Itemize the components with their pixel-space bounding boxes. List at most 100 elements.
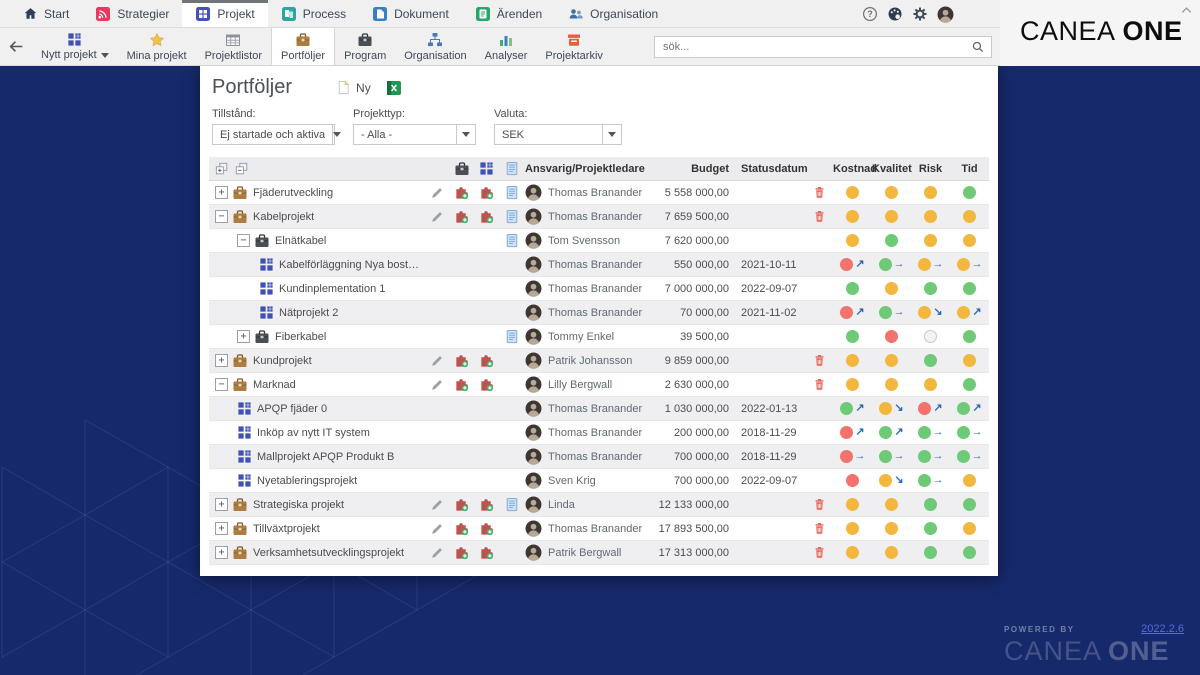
tree-expander[interactable]: + [237, 330, 250, 343]
puzzle-add-icon[interactable] [479, 497, 494, 512]
trash-icon[interactable] [813, 521, 826, 536]
report-icon[interactable] [505, 497, 519, 512]
avatar-icon[interactable] [937, 6, 954, 23]
help-icon[interactable]: ? [862, 6, 878, 22]
report-icon[interactable] [505, 329, 519, 344]
tree-expander[interactable]: + [215, 498, 228, 511]
menu-tab-dokument[interactable]: Dokument [359, 0, 462, 27]
tree-expander[interactable]: + [215, 546, 228, 559]
toolbar-item-program[interactable]: Program [335, 28, 395, 65]
table-row[interactable]: +TillväxtprojektThomas Branander17 893 5… [209, 517, 989, 541]
table-row[interactable]: APQP fjäder 0Thomas Branander1 030 000,0… [209, 397, 989, 421]
item-name: Kabelförläggning Nya bostadsområdet [279, 259, 425, 271]
header-quality: Kvalitet [872, 163, 911, 175]
filter-select-1[interactable]: - Alla - [353, 124, 476, 145]
table-row[interactable]: Nätprojekt 2Thomas Branander70 000,00202… [209, 301, 989, 325]
report-icon[interactable] [505, 185, 519, 200]
table-row[interactable]: +VerksamhetsutvecklingsprojektPatrik Ber… [209, 541, 989, 565]
export-excel-button[interactable] [386, 80, 402, 96]
pencil-icon[interactable] [430, 378, 444, 392]
pencil-icon[interactable] [430, 522, 444, 536]
trash-icon[interactable] [813, 209, 826, 224]
table-row[interactable]: +Strategiska projektLinda12 133 000,00 [209, 493, 989, 517]
table-row[interactable]: −MarknadLilly Bergwall2 630 000,00 [209, 373, 989, 397]
menu-tab-start[interactable]: Start [10, 0, 82, 27]
new-portfolio-button[interactable]: Ny [336, 80, 371, 95]
search-icon[interactable] [971, 40, 985, 54]
puzzle-add-icon[interactable] [479, 545, 494, 560]
puzzle-add-icon[interactable] [479, 521, 494, 536]
responsible-name: Thomas Branander [548, 259, 642, 271]
tree-expander[interactable]: − [237, 234, 250, 247]
toolbar-item-portfoljer[interactable]: Portföljer [271, 28, 335, 65]
tree-expander[interactable]: + [215, 522, 228, 535]
puzzle-add-icon[interactable] [454, 497, 469, 512]
status-indicator [833, 186, 872, 199]
menu-tab-process[interactable]: Process [268, 0, 359, 27]
puzzle-add-icon[interactable] [454, 545, 469, 560]
menu-tab-organisation[interactable]: Organisation [555, 0, 671, 27]
puzzle-add-icon[interactable] [454, 185, 469, 200]
toolbar-item-projektarkiv[interactable]: Projektarkiv [536, 28, 611, 65]
table-row[interactable]: Inköp av nytt IT systemThomas Branander2… [209, 421, 989, 445]
puzzle-add-icon[interactable] [454, 521, 469, 536]
menu-tab-arenden[interactable]: Ärenden [462, 0, 555, 27]
puzzle-add-icon[interactable] [454, 377, 469, 392]
table-row[interactable]: Kundinplementation 1Thomas Branander7 00… [209, 277, 989, 301]
collapse-all-icon[interactable] [235, 162, 249, 176]
pencil-icon[interactable] [430, 210, 444, 224]
table-row[interactable]: +FjäderutvecklingThomas Branander5 558 0… [209, 181, 989, 205]
toolbar-item-mina-projekt[interactable]: Mina projekt [118, 28, 196, 65]
table-row[interactable]: NyetableringsprojektSven Krig700 000,002… [209, 469, 989, 493]
tree-expander[interactable]: − [215, 378, 228, 391]
toolbar-item-nytt-projekt[interactable]: Nytt projekt [32, 28, 118, 65]
puzzle-add-icon[interactable] [479, 185, 494, 200]
trash-icon[interactable] [813, 185, 826, 200]
table-row[interactable]: +FiberkabelTommy Enkel39 500,00 [209, 325, 989, 349]
pencil-icon[interactable] [430, 546, 444, 560]
expand-all-icon[interactable] [215, 162, 229, 176]
report-icon[interactable] [505, 209, 519, 224]
status-date-value: 2022-09-07 [733, 475, 805, 487]
tree-expander[interactable]: − [215, 210, 228, 223]
tree-expander[interactable]: + [215, 354, 228, 367]
pencil-icon[interactable] [430, 186, 444, 200]
report-icon[interactable] [505, 233, 519, 248]
toolbar-item-projektlistor[interactable]: Projektlistor [196, 28, 271, 65]
toolbar-item-analyser[interactable]: Analyser [476, 28, 537, 65]
palette-icon[interactable] [887, 6, 903, 22]
trash-icon[interactable] [813, 377, 826, 392]
dropdown-button[interactable] [456, 125, 475, 144]
app-projekt-icon [195, 6, 211, 22]
gear-icon[interactable] [912, 6, 928, 22]
menu-tab-strategier[interactable]: Strategier [82, 0, 182, 27]
dropdown-button[interactable] [332, 125, 341, 144]
collapse-chevron-icon[interactable] [1179, 3, 1194, 18]
filter-select-0[interactable]: Ej startade och aktiva [212, 124, 335, 145]
puzzle-add-icon[interactable] [454, 209, 469, 224]
puzzle-add-icon[interactable] [479, 377, 494, 392]
dropdown-button[interactable] [602, 125, 621, 144]
header-cost: Kostnad [833, 163, 872, 175]
filter-select-2[interactable]: SEK [494, 124, 622, 145]
trash-icon[interactable] [813, 353, 826, 368]
puzzle-add-icon[interactable] [454, 353, 469, 368]
brand-logo: CANEAONE [1020, 16, 1183, 47]
table-row[interactable]: +KundprojektPatrik Johansson9 859 000,00 [209, 349, 989, 373]
table-row[interactable]: Kabelförläggning Nya bostadsområdet Thoma… [209, 253, 989, 277]
puzzle-add-icon[interactable] [479, 209, 494, 224]
tree-expander[interactable]: + [215, 186, 228, 199]
version-link[interactable]: 2022.2.6 [1141, 623, 1184, 635]
table-row[interactable]: Mallprojekt APQP Produkt BThomas Branand… [209, 445, 989, 469]
toolbar-item-organisation[interactable]: Organisation [395, 28, 475, 65]
search-input[interactable] [655, 41, 971, 53]
trash-icon[interactable] [813, 497, 826, 512]
trash-icon[interactable] [813, 545, 826, 560]
menu-tab-projekt[interactable]: Projekt [182, 0, 267, 27]
table-row[interactable]: −KabelprojektThomas Branander7 659 500,0… [209, 205, 989, 229]
pencil-icon[interactable] [430, 498, 444, 512]
puzzle-add-icon[interactable] [479, 353, 494, 368]
table-row[interactable]: −ElnätkabelTom Svensson7 620 000,00 [209, 229, 989, 253]
pencil-icon[interactable] [430, 354, 444, 368]
back-button[interactable] [0, 28, 32, 65]
